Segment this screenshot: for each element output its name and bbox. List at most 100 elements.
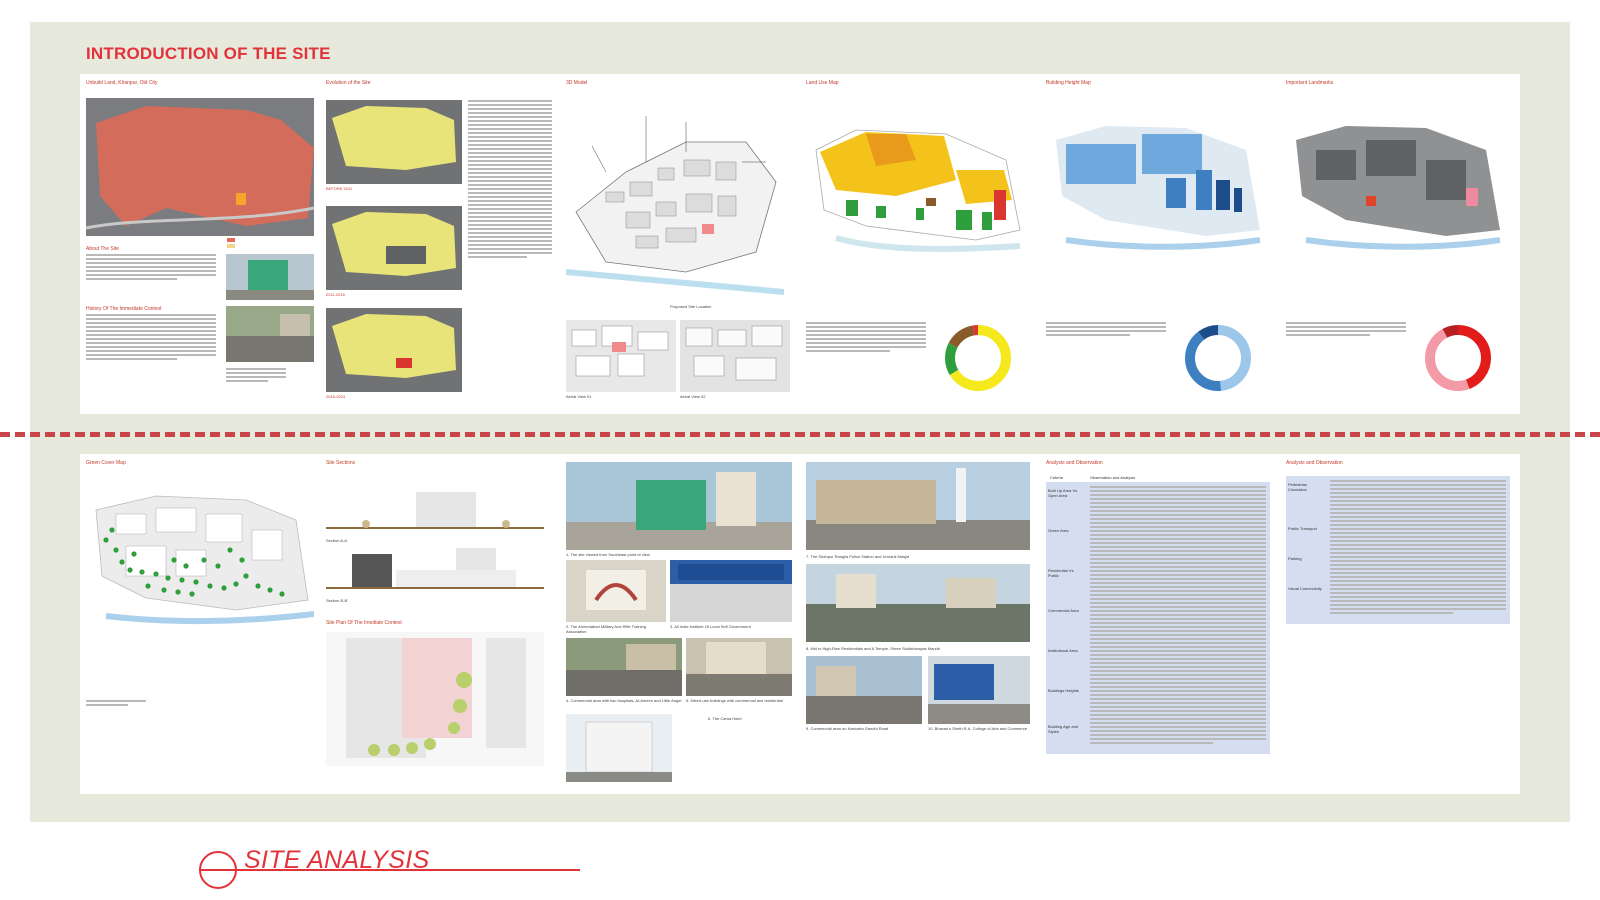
tree-dot: [201, 557, 207, 563]
landuse-legend: [806, 322, 926, 354]
tree-dot: [221, 585, 227, 591]
evolution-text: [468, 100, 552, 260]
evolution-year: BEFORE 2011: [326, 186, 353, 191]
photo-caption: 6. The Cama Hotel: [708, 716, 742, 721]
analysis-row: Pedestrian Circulation: [1288, 482, 1308, 492]
evolution-map-2011-2016: [326, 206, 462, 290]
analysis-text: [1090, 486, 1266, 746]
photo-caption: 7. The Shahpur Rangila Police Station an…: [806, 554, 910, 559]
height-donut-chart: [1185, 325, 1251, 391]
caption-evolution: Evolution of the Site: [326, 80, 371, 86]
caption-landuse: Land Use Map: [806, 80, 839, 86]
photo-caption: 9. Commercial area on Kasturba Gandhi Ro…: [806, 726, 889, 731]
section-b-drawing: [326, 548, 544, 589]
section-a-drawing: [326, 492, 544, 529]
unbuild-land-map: [86, 98, 314, 236]
tree-dot: [279, 591, 285, 597]
proposed-site-label: Proposed Site Location: [670, 304, 712, 309]
height-map: [1056, 126, 1261, 250]
legend-strip: [227, 244, 235, 248]
analysis-row: Building Age and Styles: [1048, 724, 1079, 734]
tree-dot: [153, 571, 159, 577]
analysis-row: Parking: [1288, 556, 1302, 561]
site-plan-drawing: [326, 632, 544, 766]
analysis-row: Buildings Heights: [1048, 688, 1079, 693]
site-info-text: [226, 368, 286, 384]
tree-dot: [189, 591, 195, 597]
tree-dot: [215, 563, 221, 569]
photo-5-mixed-use: [686, 638, 792, 696]
site-photo: [226, 254, 314, 300]
table-header-criteria: Criteria: [1050, 475, 1063, 480]
caption-height: Building Height Map: [1046, 80, 1091, 86]
legend-strip: [227, 238, 235, 242]
tree-dot: [103, 537, 109, 543]
caption-analysis-1: Analysis and Observation: [1046, 460, 1103, 466]
analysis-table-1: Criteria Observation and Analysis Built …: [1046, 474, 1270, 754]
tree-dot: [139, 569, 145, 575]
photo-4-commercial-hospitals: [566, 638, 682, 696]
analysis-table-header: Criteria Observation and Analysis: [1046, 474, 1270, 482]
landmarks-map: [1296, 126, 1501, 250]
tree-dot: [175, 589, 181, 595]
tree-dot: [233, 581, 239, 587]
section-label: Section A-A': [326, 538, 348, 543]
tree-dot: [183, 563, 189, 569]
photo-caption: 8. Mid to High-Rise Residentials and A T…: [806, 646, 940, 651]
history-text: [86, 314, 216, 362]
tree-dot: [161, 587, 167, 593]
photo-10-bhavans-college: [928, 656, 1030, 724]
site-analysis-title: SITE ANALYSIS: [244, 846, 430, 874]
analysis-row: Residential Vs Public: [1048, 568, 1074, 578]
caption-unbuild: Unbuild Land, Khanpur, Old City: [86, 80, 158, 86]
evolution-map-2016-2024: [326, 308, 462, 392]
photo-7-police-station: [806, 462, 1030, 550]
landmarks-donut-chart: [1425, 325, 1491, 391]
photo-caption: 5. Mixed-use buildings with commercial a…: [686, 698, 783, 703]
tree-dot: [255, 583, 261, 589]
photo-1-site-southeast: [566, 462, 792, 550]
tree-dot: [179, 577, 185, 583]
photo-caption: 4. Commercial area with two hospitals, A…: [566, 698, 682, 703]
photo-caption: 10. Bhavan's Sheth R.A. College of Arts …: [928, 726, 1028, 731]
caption-sections: Site Sections: [326, 460, 356, 466]
analysis-row: Public Transport: [1288, 526, 1317, 531]
height-legend: [1046, 322, 1166, 338]
aerial-caption: Aerial View 01: [566, 394, 592, 399]
about-text: [86, 254, 216, 282]
section-label: Section B-B': [326, 598, 348, 603]
analysis-text: [1330, 480, 1506, 616]
caption-analysis-2: Analysis and Observation: [1286, 460, 1343, 466]
landmarks-legend: [1286, 322, 1406, 338]
photo-caption: 2. The Ahmedabad Military And Rifle Trai…: [566, 624, 646, 634]
evolution-map-before-2011: [326, 100, 462, 184]
table-header-observation: Observation and Analysis: [1090, 475, 1136, 480]
tree-dot: [113, 547, 119, 553]
photo-caption: 3. All India Institute Of Local Self Gov…: [670, 624, 751, 629]
photo-2-military-rifle: [566, 560, 666, 622]
tree-dot: [145, 583, 151, 589]
green-cover-map: [95, 495, 314, 625]
tree-dot: [267, 587, 273, 593]
evolution-year: 2011-2016: [326, 292, 345, 297]
aerial-caption: Aerial View 02: [680, 394, 706, 399]
tree-dot: [109, 527, 115, 533]
tree-dot: [243, 573, 249, 579]
green-legend: [86, 700, 146, 708]
tree-dot: [207, 583, 213, 589]
street-photo: [226, 306, 314, 362]
caption-siteplan: Site Plan Of The Imediate Context: [326, 620, 402, 626]
photo-3-local-self-govt: [670, 560, 792, 622]
caption-3d-model: 3D Model: [566, 80, 588, 86]
3d-model-drawing: [566, 116, 784, 295]
analysis-row: Built Up Area Vs Open Area: [1048, 488, 1078, 498]
caption-landmarks: Important Landmarks: [1286, 80, 1334, 86]
tree-dot: [171, 557, 177, 563]
about-heading: About The Site: [86, 246, 119, 252]
caption-green: Green Cover Map: [86, 460, 126, 466]
photo-9-kasturba-road: [806, 656, 922, 724]
tree-dot: [131, 551, 137, 557]
analysis-row: Commercial Area: [1048, 608, 1079, 613]
page-title: INTRODUCTION OF THE SITE: [86, 44, 331, 63]
evolution-year: 2016-2024: [326, 394, 346, 399]
